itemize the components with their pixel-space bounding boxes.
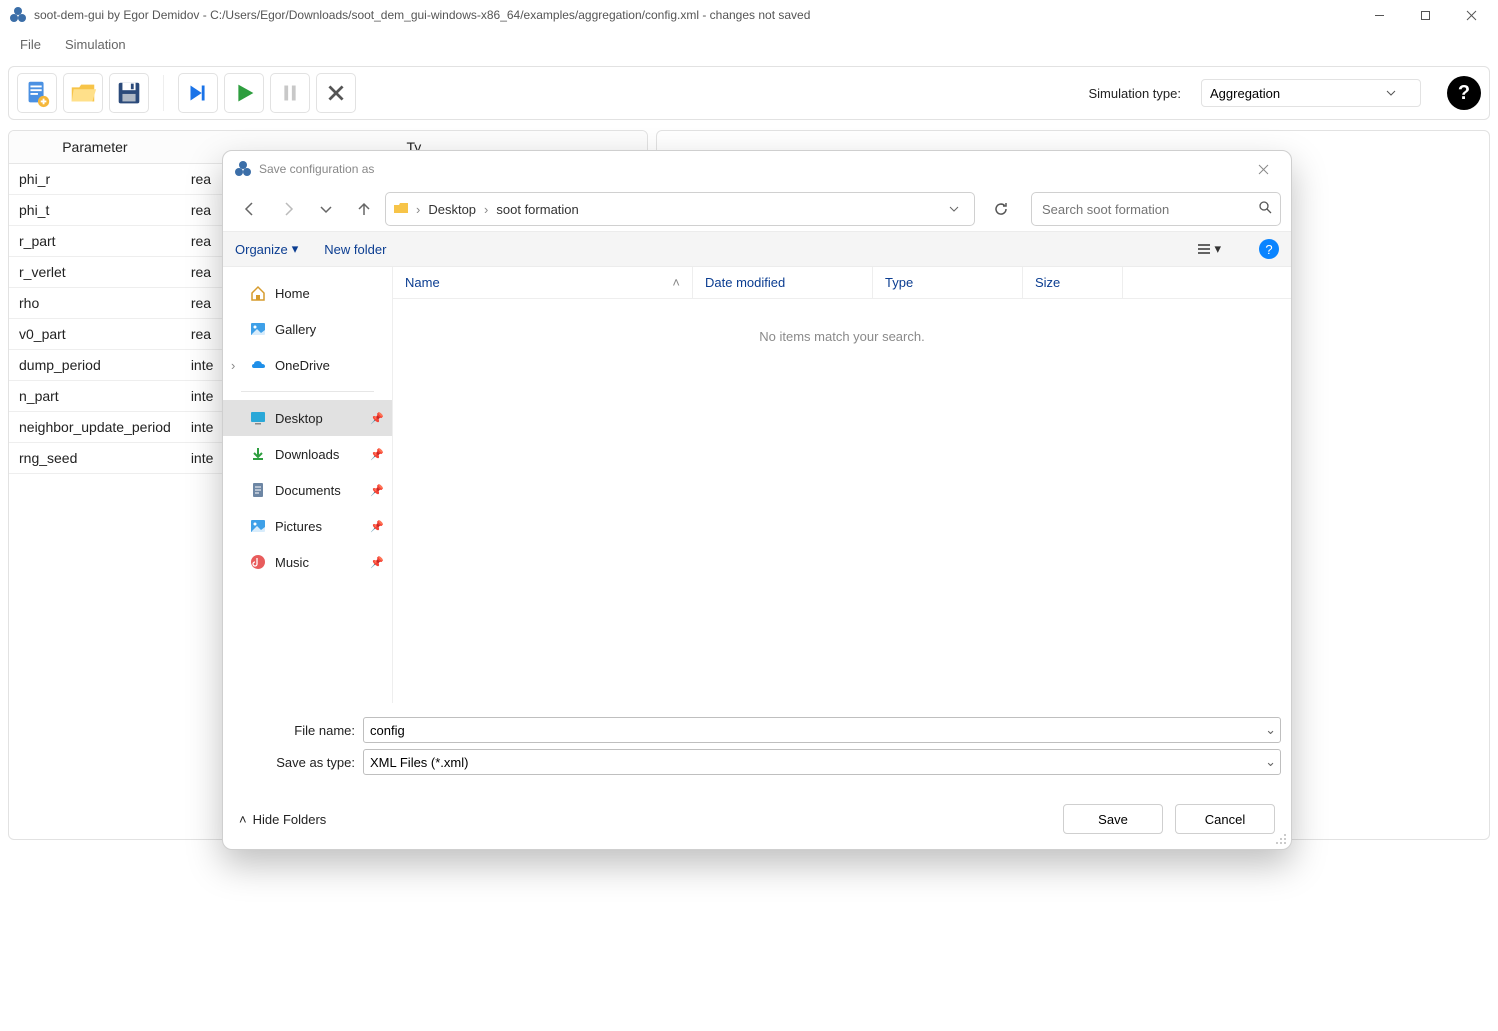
nav-documents[interactable]: Documents📌: [223, 472, 392, 508]
downloads-icon: [249, 445, 267, 463]
simulation-type-label: Simulation type:: [1089, 86, 1182, 101]
main-title-bar: soot-dem-gui by Egor Demidov - C:/Users/…: [0, 0, 1498, 30]
save-dialog: Save configuration as › Desktop › soot f…: [222, 150, 1292, 850]
view-mode-button[interactable]: ▾: [1196, 241, 1221, 257]
filename-label: File name:: [233, 723, 363, 738]
saveas-label: Save as type:: [233, 755, 363, 770]
window-title: soot-dem-gui by Egor Demidov - C:/Users/…: [34, 8, 810, 22]
nav-pictures[interactable]: Pictures📌: [223, 508, 392, 544]
column-headers: Name˄ Date modified Type Size: [393, 267, 1291, 299]
list-view-icon: [1196, 241, 1212, 257]
col-parameter[interactable]: Parameter: [9, 131, 181, 164]
dialog-fields: File name: config ⌄ Save as type: XML Fi…: [223, 703, 1291, 789]
chevron-down-icon[interactable]: ⌄: [1265, 722, 1276, 738]
new-folder-button[interactable]: New folder: [324, 242, 386, 257]
music-icon: [249, 553, 267, 571]
nav-downloads[interactable]: Downloads📌: [223, 436, 392, 472]
search-icon: [1258, 200, 1272, 219]
navigation-pane: Home Gallery OneDrive Desktop📌 Downloads…: [223, 267, 393, 703]
nav-music[interactable]: Music📌: [223, 544, 392, 580]
dialog-app-icon: [235, 161, 251, 177]
pause-button[interactable]: [270, 73, 310, 113]
open-file-button[interactable]: [63, 73, 103, 113]
hide-folders-button[interactable]: ˄Hide Folders: [239, 812, 326, 827]
organize-button[interactable]: Organize ▾: [235, 241, 298, 257]
address-box[interactable]: › Desktop › soot formation: [385, 192, 975, 226]
chevron-down-icon: [1386, 88, 1396, 98]
nav-up-button[interactable]: [347, 192, 381, 226]
new-file-button[interactable]: [17, 73, 57, 113]
chevron-up-icon: ˄: [239, 812, 247, 827]
dialog-close-button[interactable]: [1241, 153, 1285, 185]
desktop-icon: [249, 409, 267, 427]
refresh-button[interactable]: [983, 192, 1019, 226]
window-minimize-button[interactable]: [1356, 0, 1402, 30]
pin-icon: 📌: [370, 556, 384, 569]
app-icon: [10, 7, 26, 23]
pin-icon: 📌: [370, 484, 384, 497]
dialog-command-bar: Organize ▾ New folder ▾ ?: [223, 231, 1291, 267]
sort-indicator-icon: ˄: [672, 275, 680, 290]
saveas-select[interactable]: XML Files (*.xml) ⌄: [363, 749, 1281, 775]
menu-bar: File Simulation: [0, 30, 1498, 58]
breadcrumb[interactable]: soot formation: [494, 202, 580, 217]
dialog-title-bar: Save configuration as: [223, 151, 1291, 187]
search-box[interactable]: [1031, 192, 1281, 226]
window-close-button[interactable]: [1448, 0, 1494, 30]
filename-input[interactable]: config ⌄: [363, 717, 1281, 743]
window-maximize-button[interactable]: [1402, 0, 1448, 30]
col-size[interactable]: Size: [1023, 267, 1123, 298]
folder-icon: [392, 199, 410, 220]
save-button[interactable]: Save: [1063, 804, 1163, 834]
col-date[interactable]: Date modified: [693, 267, 873, 298]
resize-grip[interactable]: [1273, 831, 1287, 845]
onedrive-icon: [249, 356, 267, 374]
home-icon: [249, 284, 267, 302]
nav-gallery[interactable]: Gallery: [223, 311, 392, 347]
pin-icon: 📌: [370, 412, 384, 425]
pictures-icon: [249, 517, 267, 535]
file-list-pane: Name˄ Date modified Type Size No items m…: [393, 267, 1291, 703]
col-name[interactable]: Name˄: [393, 267, 693, 298]
dialog-address-bar: › Desktop › soot formation: [223, 187, 1291, 231]
search-input[interactable]: [1040, 201, 1258, 218]
menu-file[interactable]: File: [8, 31, 53, 58]
nav-desktop[interactable]: Desktop📌: [223, 400, 392, 436]
stop-button[interactable]: [316, 73, 356, 113]
dialog-footer: ˄Hide Folders Save Cancel: [223, 789, 1291, 849]
col-type[interactable]: Type: [873, 267, 1023, 298]
documents-icon: [249, 481, 267, 499]
nav-back-button[interactable]: [233, 192, 267, 226]
play-button[interactable]: [224, 73, 264, 113]
pin-icon: 📌: [370, 520, 384, 533]
nav-home[interactable]: Home: [223, 275, 392, 311]
dropdown-caret-icon: ▾: [1214, 241, 1221, 257]
chevron-down-icon[interactable]: ⌄: [1265, 754, 1276, 770]
save-file-button[interactable]: [109, 73, 149, 113]
dropdown-caret-icon: ▾: [292, 241, 299, 257]
nav-recent-button[interactable]: [309, 192, 343, 226]
nav-forward-button[interactable]: [271, 192, 305, 226]
pin-icon: 📌: [370, 448, 384, 461]
dialog-title: Save configuration as: [259, 162, 374, 176]
nav-onedrive[interactable]: OneDrive: [223, 347, 392, 383]
menu-simulation[interactable]: Simulation: [53, 31, 138, 58]
gallery-icon: [249, 320, 267, 338]
help-button[interactable]: ?: [1447, 76, 1481, 110]
dialog-help-button[interactable]: ?: [1259, 239, 1279, 259]
simulation-type-select[interactable]: Aggregation: [1201, 79, 1421, 107]
address-history-button[interactable]: [940, 204, 968, 214]
cancel-button[interactable]: Cancel: [1175, 804, 1275, 834]
skip-button[interactable]: [178, 73, 218, 113]
empty-message: No items match your search.: [393, 299, 1291, 344]
simulation-type-value: Aggregation: [1210, 86, 1280, 101]
toolbar: Simulation type: Aggregation ?: [8, 66, 1490, 120]
breadcrumb[interactable]: Desktop: [426, 202, 478, 217]
